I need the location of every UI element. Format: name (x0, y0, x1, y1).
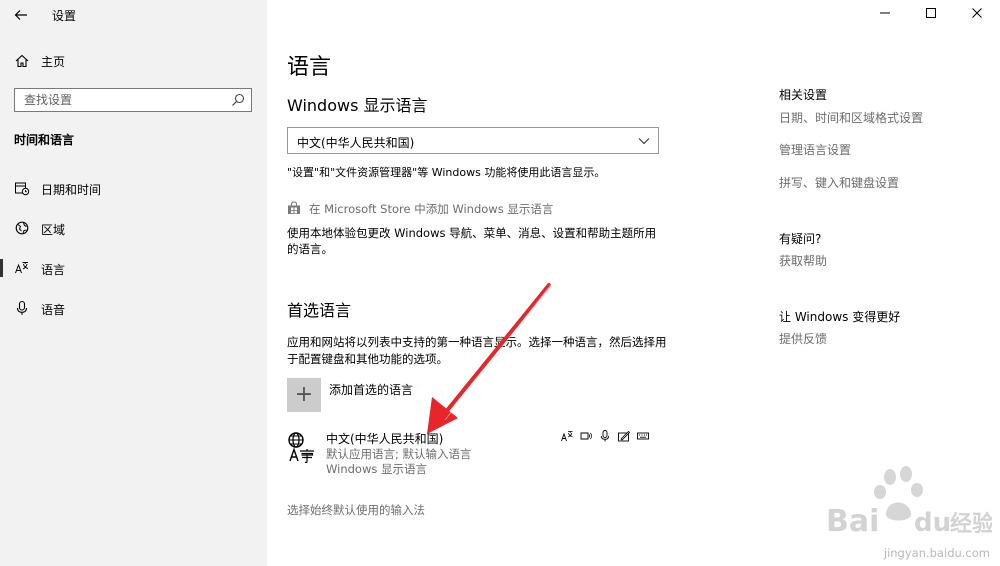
plus-icon: + (294, 382, 314, 407)
maximize-button[interactable] (908, 0, 954, 30)
globe-region-icon (15, 221, 29, 235)
language-globe-icon (288, 432, 314, 463)
add-language-button[interactable]: + 添加首选的语言 (287, 378, 607, 414)
store-link-label: 在 Microsoft Store 中添加 Windows 显示语言 (309, 202, 554, 216)
watermark-url: jingyan.baidu.com (883, 546, 990, 560)
svg-text:Bai: Bai (826, 504, 879, 539)
give-feedback-link[interactable]: 提供反馈 (779, 330, 827, 347)
window-controls (860, 0, 1000, 30)
text-to-speech-icon (580, 432, 592, 440)
minimize-button[interactable] (862, 0, 908, 30)
language-display-status: Windows 显示语言 (326, 462, 427, 476)
sidebar-item-speech[interactable]: 语音 (0, 293, 267, 323)
improve-windows-heading: 让 Windows 变得更好 (779, 310, 901, 324)
page-title: 语言 (287, 55, 332, 80)
display-language-feature-icon (561, 431, 573, 442)
sidebar-home-label: 主页 (41, 55, 66, 69)
baidu-paw-logo: Bai du 经验 (826, 466, 992, 539)
sidebar-item-label: 区域 (41, 223, 66, 237)
language-status: 默认应用语言; 默认输入语言 (326, 447, 472, 461)
related-settings-heading: 相关设置 (779, 88, 828, 102)
back-button[interactable] (10, 5, 32, 25)
sidebar-item-label: 日期和时间 (41, 183, 102, 197)
watermark: Bai du 经验 jingyan.baidu.com (822, 465, 992, 560)
display-language-note: "设置"和"文件资源管理器"等 Windows 功能将使用此语言显示。 (287, 166, 606, 179)
chevron-down-icon (638, 138, 650, 145)
preferred-languages-description: 应用和网站将以列表中支持的第一种语言显示。选择一种语言，然后选择用于配置键盘和其… (287, 335, 667, 366)
language-name: 中文(中华人民共和国) (326, 432, 444, 446)
search-icon[interactable] (231, 93, 245, 107)
back-arrow-icon (14, 10, 27, 20)
speech-recognition-icon (600, 430, 610, 442)
language-list-item[interactable]: 中文(中华人民共和国) 默认应用语言; 默认输入语言 Windows 显示语言 (287, 426, 659, 478)
add-language-label: 添加首选的语言 (329, 383, 414, 397)
get-help-link[interactable]: 获取帮助 (779, 252, 827, 269)
manage-language-settings-link[interactable]: 管理语言设置 (779, 141, 851, 158)
sidebar-section-heading: 时间和语言 (14, 133, 75, 147)
sidebar: 设置 主页 时间和语言 日期和时间 区域 (0, 0, 267, 566)
preferred-languages-heading: 首选语言 (287, 301, 352, 320)
default-input-method-link[interactable]: 选择始终默认使用的输入法 (287, 502, 425, 518)
language-icon (15, 262, 29, 274)
minimize-icon (880, 12, 890, 14)
close-icon (972, 8, 982, 18)
language-feature-icons (561, 430, 651, 444)
help-heading: 有疑问? (779, 232, 822, 246)
sidebar-item-label: 语音 (41, 303, 66, 317)
svg-text:du: du (914, 508, 951, 538)
home-icon (15, 54, 29, 68)
date-time-region-link[interactable]: 日期、时间和区域格式设置 (779, 109, 923, 126)
handwriting-icon (618, 430, 630, 442)
sidebar-home[interactable]: 主页 (0, 48, 267, 74)
keyboard-icon (637, 432, 649, 440)
search-input[interactable] (15, 89, 225, 111)
display-language-heading: Windows 显示语言 (287, 96, 428, 115)
calendar-clock-icon (15, 182, 30, 196)
sidebar-item-region[interactable]: 区域 (0, 213, 267, 243)
close-button[interactable] (954, 0, 1000, 30)
sidebar-item-date-time[interactable]: 日期和时间 (0, 173, 267, 203)
store-icon (288, 201, 300, 214)
sidebar-item-language[interactable]: 语言 (0, 253, 267, 283)
app-title: 设置 (52, 9, 77, 23)
display-language-selected: 中文(中华人民共和国) (297, 136, 415, 150)
spelling-typing-keyboard-link[interactable]: 拼写、键入和键盘设置 (779, 174, 899, 191)
svg-text:经验: 经验 (950, 511, 992, 537)
display-language-dropdown[interactable]: 中文(中华人民共和国) (287, 127, 659, 154)
search-box[interactable] (14, 88, 252, 112)
sidebar-item-label: 语言 (41, 263, 66, 277)
maximize-icon (926, 8, 936, 18)
local-experience-text: 使用本地体验包更改 Windows 导航、菜单、消息、设置和帮助主题所用的语言。 (287, 226, 657, 256)
store-add-language-link[interactable]: 在 Microsoft Store 中添加 Windows 显示语言 (287, 200, 607, 218)
title-bar: 设置 (0, 0, 267, 30)
microphone-icon (16, 300, 28, 315)
add-tile: + (287, 378, 321, 412)
